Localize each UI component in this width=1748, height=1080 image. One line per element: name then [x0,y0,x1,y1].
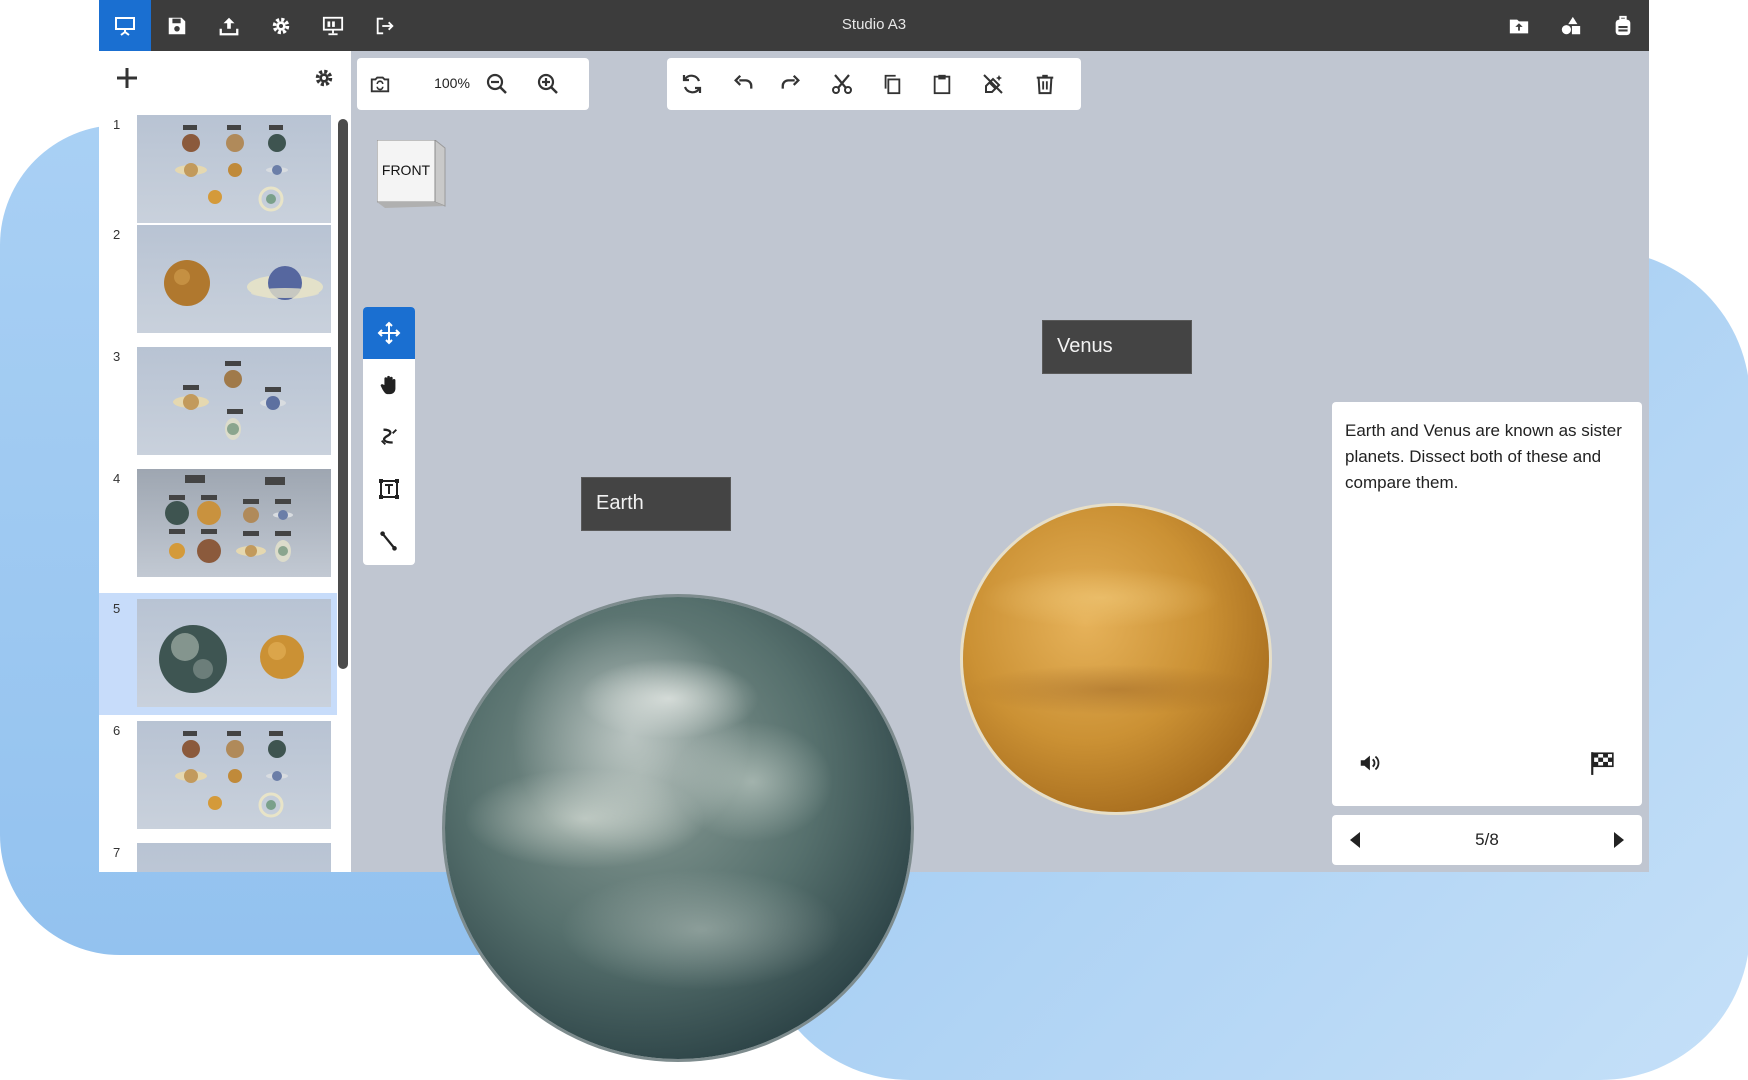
zoom-in-icon[interactable] [531,68,565,100]
checkered-flag-icon[interactable] [1589,750,1615,780]
edit-toolbar [667,58,1081,110]
slide-number: 5 [113,601,121,616]
slide-number: 2 [113,227,121,242]
sidebar-settings-button[interactable] [313,67,335,93]
move-icon[interactable] [363,307,415,359]
slide-thumbnail-4[interactable]: 4 [99,463,337,585]
hand-icon[interactable] [363,359,415,411]
slide-thumbnail-1[interactable]: 1 [99,109,337,231]
slide-thumbnail-2[interactable]: 2 [99,219,337,341]
refresh-icon[interactable] [675,68,709,100]
slide-preview [137,225,331,333]
slide-number: 7 [113,845,121,860]
zoom-out-icon[interactable] [480,68,514,100]
delete-icon[interactable] [1028,68,1062,100]
zoom-toolbar: 100% [357,58,589,110]
slide-preview [137,469,331,577]
venus-label[interactable]: Venus [1042,320,1192,374]
text-box-icon[interactable] [363,463,415,515]
clear-icon[interactable] [976,68,1010,100]
slide-number: 4 [113,471,121,486]
paste-icon[interactable] [925,68,959,100]
path-icon[interactable] [363,411,415,463]
slide-preview [137,115,331,223]
slide-sidebar: 1 2 3 4 5 6 7 [99,51,351,872]
slide-preview [137,721,331,829]
description-panel: Earth and Venus are known as sister plan… [1332,402,1642,806]
sidebar-header [99,51,351,109]
cut-icon[interactable] [825,68,859,100]
tool-palette [363,307,415,565]
slide-number: 3 [113,349,121,364]
undo-icon[interactable] [726,68,760,100]
view-cube[interactable]: FRONT [376,138,455,208]
window-title: Studio A3 [841,16,907,33]
slide-thumbnail-6[interactable]: 6 [99,715,337,837]
venus-model[interactable] [963,506,1269,812]
zoom-level: 100% [434,75,470,91]
slide-preview [137,347,331,455]
slide-number: 6 [113,723,121,738]
add-slide-button[interactable] [115,66,139,94]
gear-icon [315,69,333,87]
plus-icon [117,68,137,88]
slide-thumbnail-5[interactable]: 5 [99,593,337,715]
page-indicator: 5/8 [1475,830,1499,849]
description-text: Earth and Venus are known as sister plan… [1345,421,1622,492]
slide-thumbnail-3[interactable]: 3 [99,341,337,463]
camera-rotate-icon[interactable] [363,68,397,100]
earth-model[interactable] [445,597,911,1059]
view-cube-face: FRONT [381,162,431,178]
next-slide-icon[interactable] [1612,830,1626,854]
backpack-icon[interactable] [1597,0,1649,51]
slide-thumbnail-7[interactable]: 7 [99,837,337,872]
folder-upload-icon[interactable] [1493,0,1545,51]
scrollbar-thumb[interactable] [338,119,348,669]
line-icon[interactable] [363,515,415,565]
slide-list: 1 2 3 4 5 6 7 [99,109,351,872]
shapes-icon[interactable] [1545,0,1597,51]
earth-label[interactable]: Earth [581,477,731,531]
redo-icon[interactable] [774,68,808,100]
slide-navigation: 5/8 [1332,815,1642,865]
stage: Studio A3 1 2 3 4 5 6 7 100% FRONT Earth… [0,0,1748,1080]
slide-number: 1 [113,117,121,132]
speaker-icon[interactable] [1356,752,1382,778]
top-bar: Studio A3 [99,0,1649,51]
copy-icon[interactable] [875,68,909,100]
slide-preview [137,599,331,707]
slide-preview [137,843,331,872]
